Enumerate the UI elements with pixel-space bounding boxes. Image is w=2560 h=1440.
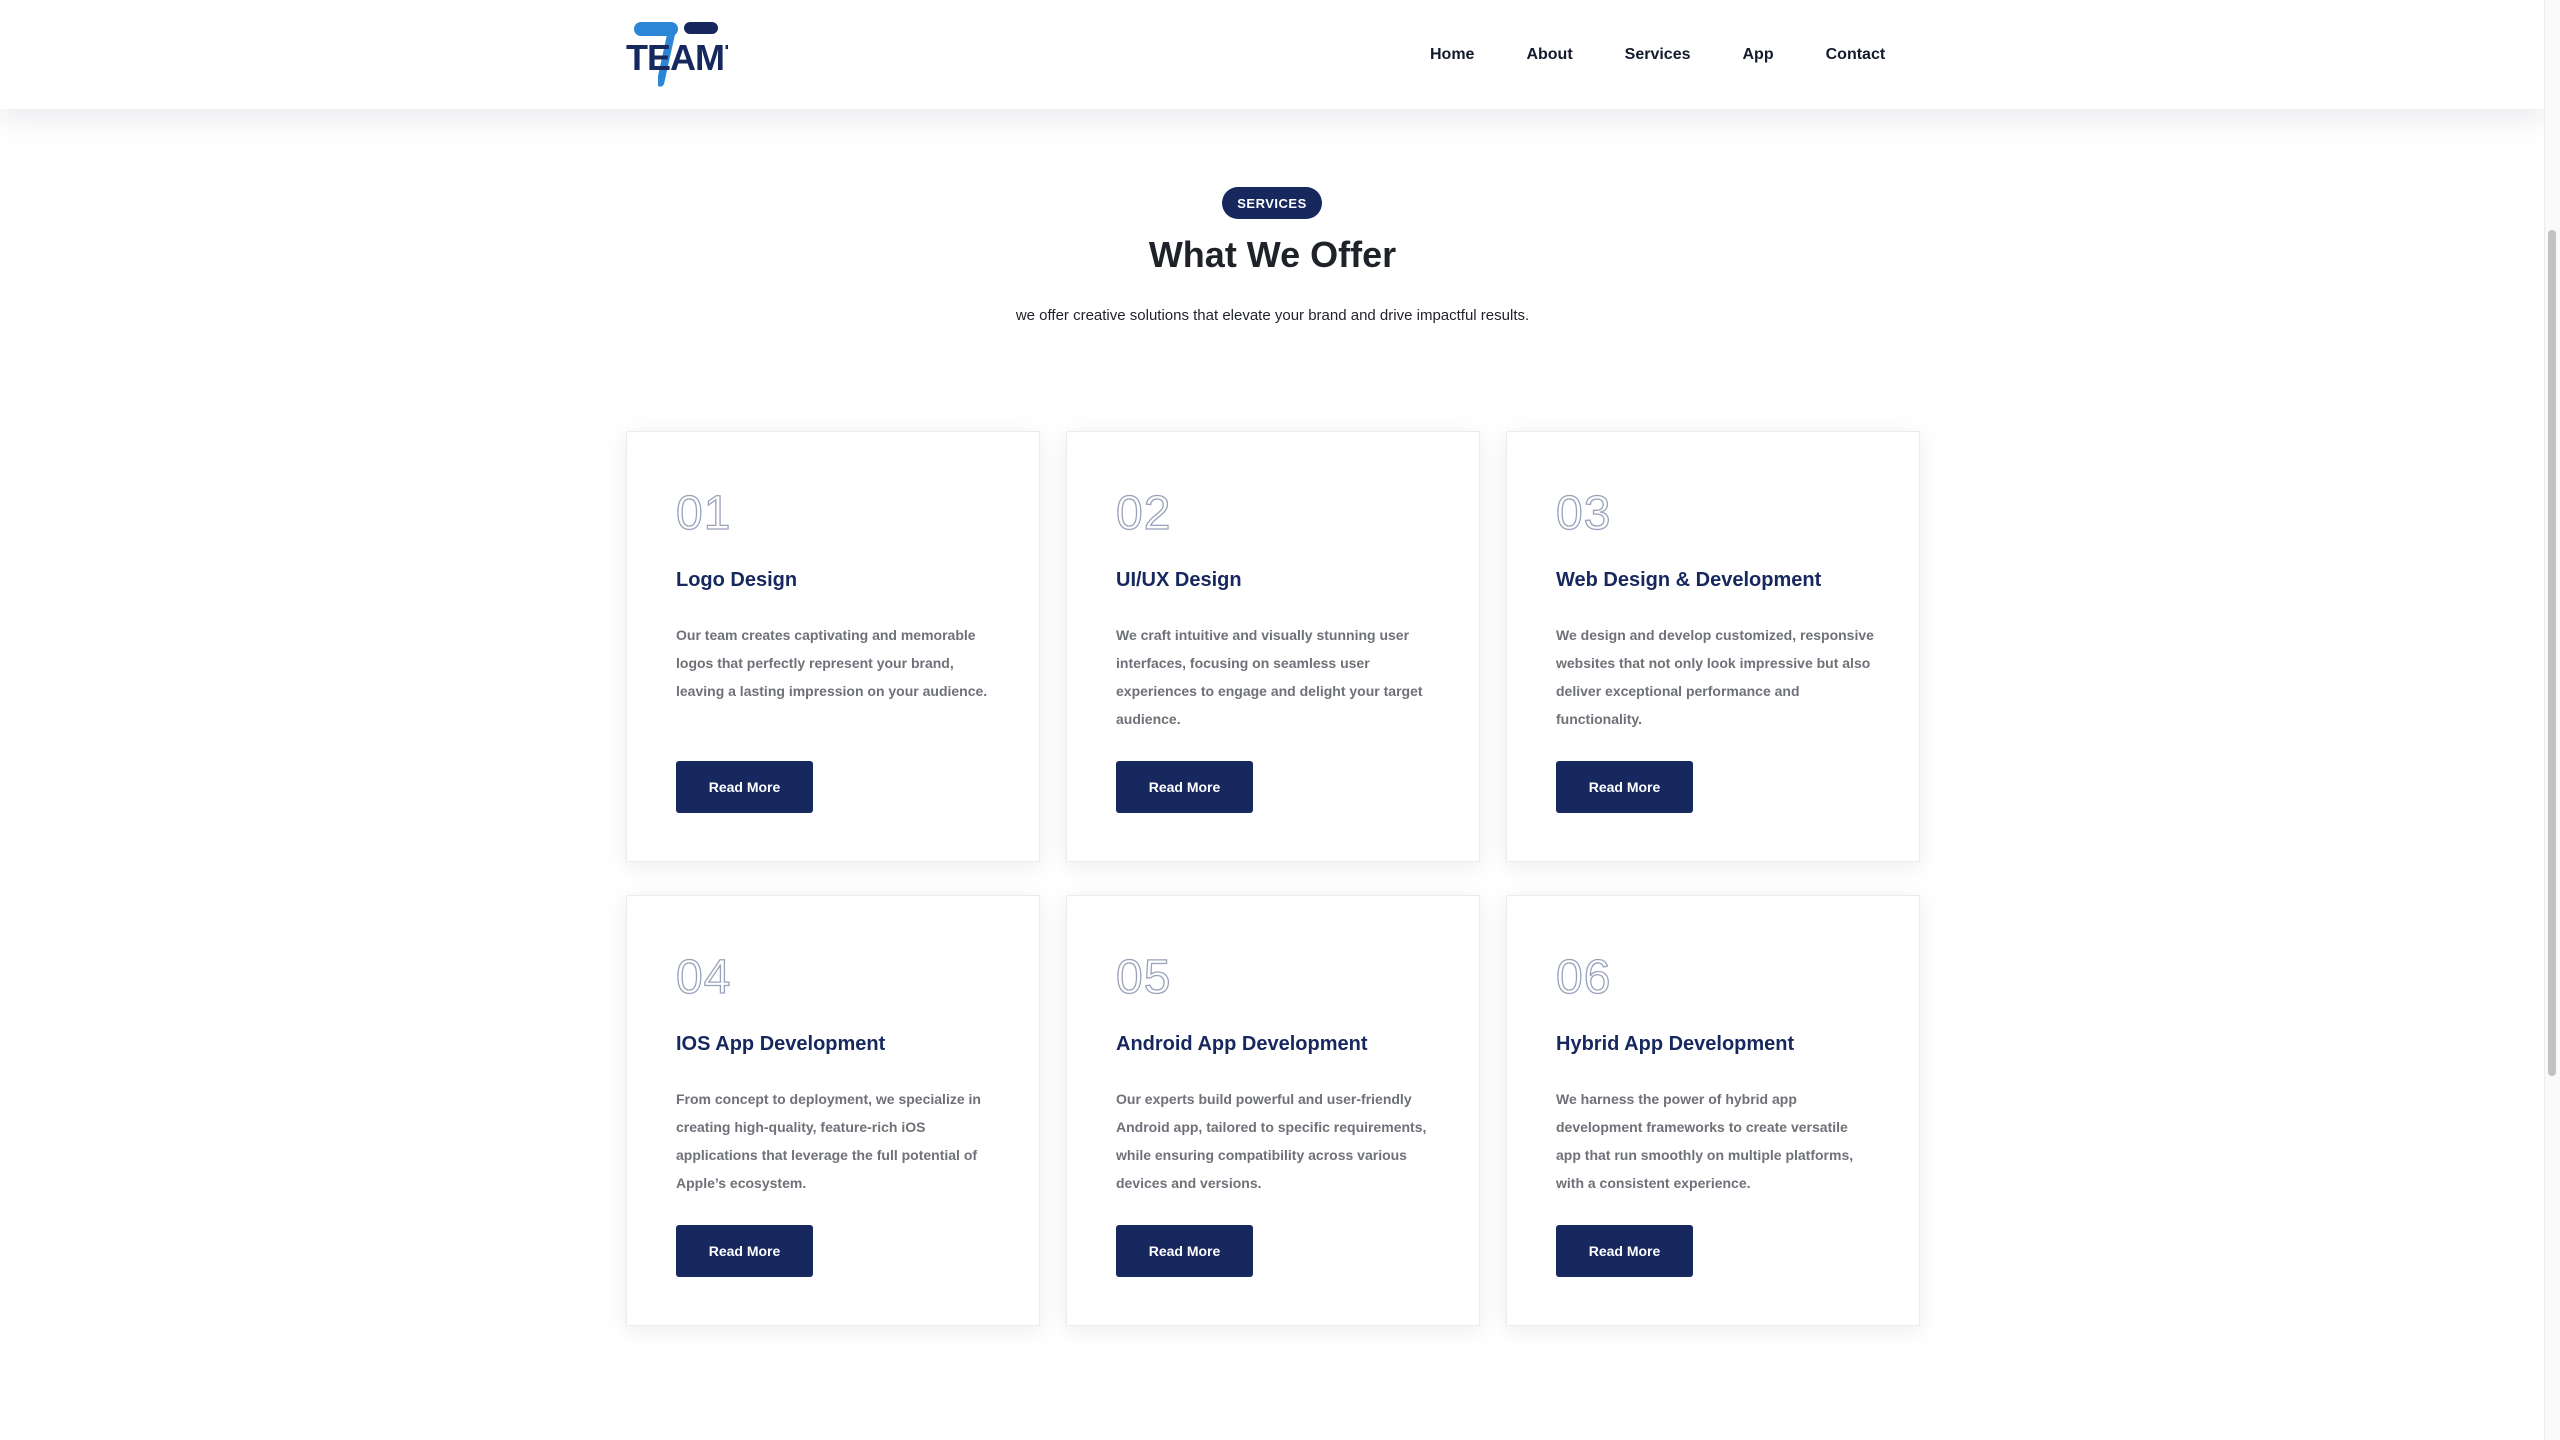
card-number: 03: [1555, 487, 1612, 540]
services-section: SERVICES What We Offer we offer creative…: [0, 109, 2545, 1440]
section-title: What We Offer: [1148, 234, 1397, 275]
card-number: 02: [1115, 487, 1172, 540]
read-more-button[interactable]: Read More: [1556, 761, 1693, 813]
read-more-button[interactable]: Read More: [676, 761, 813, 813]
services-grid: 01 Logo Design Our team creates captivat…: [626, 431, 1920, 1326]
service-card-logo-design: 01 Logo Design Our team creates captivat…: [626, 431, 1040, 862]
nav-home[interactable]: Home: [1430, 46, 1474, 64]
service-card-uiux-design: 02 UI/UX Design We craft intuitive and v…: [1066, 431, 1480, 862]
card-description: From concept to deployment, we specializ…: [676, 1091, 981, 1191]
nav-contact[interactable]: Contact: [1826, 46, 1886, 64]
card-title: IOS App Development: [676, 1033, 886, 1055]
read-more-button[interactable]: Read More: [1116, 761, 1253, 813]
scrollbar-thumb[interactable]: [2548, 230, 2556, 1076]
card-description: We craft intuitive and visually stunning…: [1116, 627, 1423, 727]
card-number: 06: [1555, 951, 1612, 1004]
services-badge: SERVICES: [1222, 187, 1322, 219]
main-nav: Home About Services App Contact: [1430, 0, 1885, 109]
svg-text:TEAM7: TEAM7: [626, 37, 728, 78]
service-card-ios-app: 04 IOS App Development From concept to d…: [626, 895, 1040, 1326]
card-description: We design and develop customized, respon…: [1556, 627, 1874, 727]
card-description: Our experts build powerful and user-frie…: [1116, 1091, 1427, 1191]
card-description: We harness the power of hybrid app devel…: [1556, 1091, 1854, 1191]
service-card-android-app: 05 Android App Development Our experts b…: [1066, 895, 1480, 1326]
read-more-button[interactable]: Read More: [1116, 1225, 1253, 1277]
nav-app[interactable]: App: [1743, 46, 1774, 64]
team7-logo[interactable]: TEAM7: [624, 20, 728, 88]
read-more-button[interactable]: Read More: [676, 1225, 813, 1277]
card-number: 04: [675, 951, 732, 1004]
page-scrollbar[interactable]: [2544, 0, 2560, 1440]
card-number: 01: [675, 487, 732, 540]
card-title: UI/UX Design: [1116, 569, 1242, 591]
card-number: 05: [1115, 951, 1172, 1004]
card-title: Logo Design: [676, 569, 798, 591]
card-title: Web Design & Development: [1556, 569, 1822, 591]
nav-about[interactable]: About: [1526, 46, 1572, 64]
site-header: TEAM7 Home About Services App Contact: [0, 0, 2545, 109]
nav-services[interactable]: Services: [1625, 46, 1691, 64]
card-title: Android App Development: [1116, 1033, 1368, 1055]
section-subtitle: we offer creative solutions that elevate…: [1015, 307, 1530, 324]
card-description: Our team creates captivating and memorab…: [676, 627, 988, 699]
service-card-web-design: 03 Web Design & Development We design an…: [1506, 431, 1920, 862]
card-title: Hybrid App Development: [1556, 1033, 1795, 1055]
team7-logo-graphic: TEAM7: [626, 22, 728, 87]
read-more-button[interactable]: Read More: [1556, 1225, 1693, 1277]
service-card-hybrid-app: 06 Hybrid App Development We harness the…: [1506, 895, 1920, 1326]
